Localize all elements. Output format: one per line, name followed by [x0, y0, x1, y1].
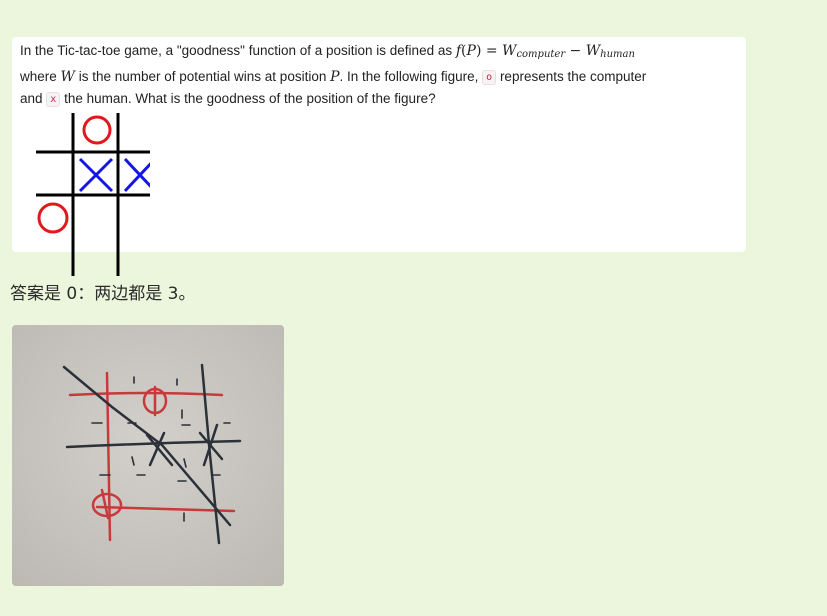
o-code-badge: o — [482, 69, 497, 85]
x-code-badge: x — [46, 92, 61, 107]
tic-tac-toe-figure — [36, 113, 150, 276]
question-line-3: and x the human. What is the goodness of… — [20, 91, 436, 107]
p-symbol: P — [330, 68, 340, 85]
paper-background — [12, 325, 284, 586]
answer-text: 答案是 0：两边都是 3。 — [10, 284, 196, 304]
handwritten-sketch-photo — [12, 325, 284, 586]
w-symbol: W — [60, 68, 75, 85]
goodness-formula: f(P) = Wcomputer − Whuman — [455, 43, 635, 60]
question-line-2: where W is the number of potential wins … — [20, 68, 647, 85]
x-mark-center — [78, 157, 114, 193]
question-intro: In the Tic-tac-toe game, a "goodness" fu… — [20, 43, 453, 58]
board-grid — [36, 113, 150, 276]
o-mark-bottom-left — [37, 202, 69, 234]
question-card: In the Tic-tac-toe game, a "goodness" fu… — [12, 37, 746, 276]
o-mark-top-middle — [82, 115, 112, 145]
x-mark-middle-right — [123, 157, 150, 193]
sketch-drawing — [12, 325, 284, 586]
question-text: In the Tic-tac-toe game, a "goodness" fu… — [20, 40, 742, 110]
question-line-1: In the Tic-tac-toe game, a "goodness" fu… — [20, 40, 742, 66]
